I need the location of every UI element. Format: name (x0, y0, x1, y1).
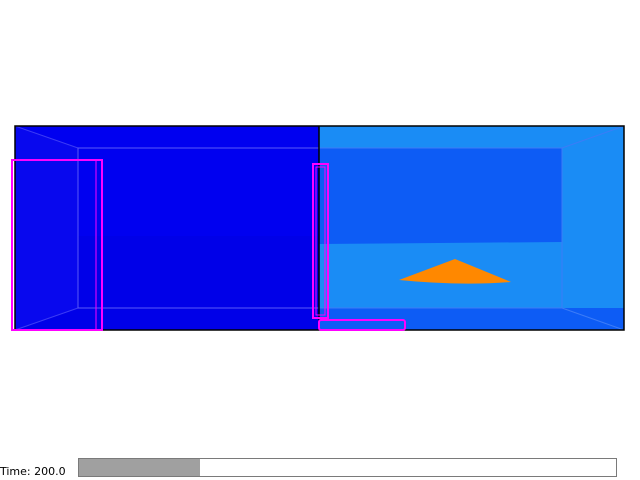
time-readout: Time: 200.0 (0, 465, 66, 478)
left-compartment-side-wall (15, 126, 78, 330)
time-progress-bar[interactable] (78, 458, 617, 477)
right-compartment (319, 125, 625, 331)
simulation-viewport[interactable] (0, 0, 640, 480)
time-progress-fill (79, 459, 200, 476)
left-compartment (14, 125, 320, 331)
